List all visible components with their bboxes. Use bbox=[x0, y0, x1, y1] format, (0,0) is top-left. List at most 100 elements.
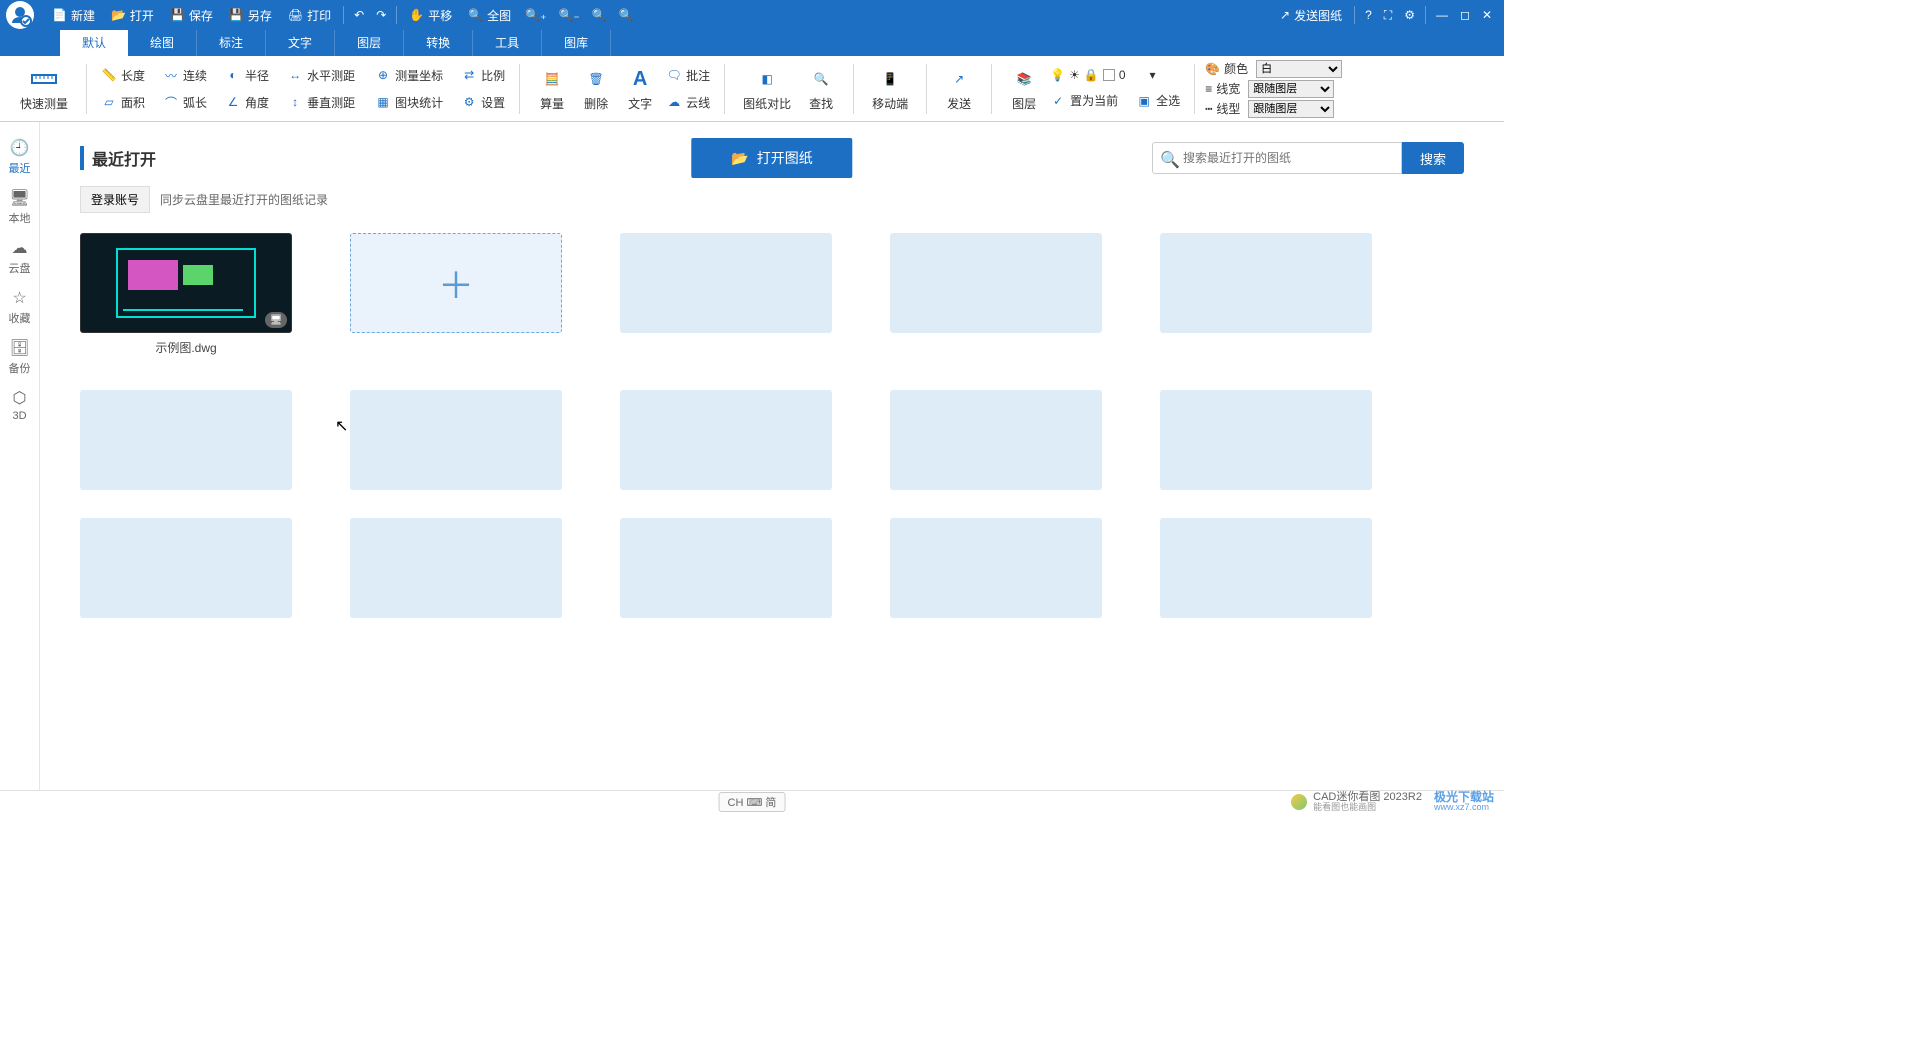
ime-indicator[interactable]: CH ⌨ 简 bbox=[719, 792, 786, 812]
menu-tabs: 默认 绘图 标注 文字 图层 转换 工具 图库 bbox=[0, 30, 1504, 56]
add-file-card[interactable]: ＋ bbox=[350, 233, 562, 362]
quick-measure-button[interactable]: 快速测量 bbox=[12, 61, 76, 116]
send-button[interactable]: ↗发送 bbox=[937, 61, 981, 116]
color-select[interactable]: 白 bbox=[1256, 60, 1342, 78]
redo-button[interactable]: ↷ bbox=[370, 0, 392, 30]
mobile-button[interactable]: 📱移动端 bbox=[864, 61, 916, 116]
zoom-in-button[interactable]: 🔍₊ bbox=[519, 0, 552, 30]
batch-button[interactable]: 🗨批注 bbox=[662, 65, 714, 86]
continuous-button[interactable]: 〰连续 bbox=[159, 65, 211, 86]
clock-icon: 🕘 bbox=[10, 138, 30, 158]
linewidth-icon: ≡ bbox=[1205, 82, 1212, 96]
hand-icon: ✋ bbox=[409, 8, 424, 22]
sidebar: 🕘 最近 🖥本地 ☁云盘 ☆收藏 🗄备份 ⬡3D bbox=[0, 122, 40, 790]
zoom-window-button[interactable]: 🔍 bbox=[586, 0, 613, 30]
fullscreen-button[interactable]: ⛶ bbox=[1378, 0, 1398, 30]
settings-button[interactable]: ⚙ bbox=[1398, 0, 1421, 30]
pan-button[interactable]: ✋平移 bbox=[401, 0, 460, 30]
label: 最近 bbox=[9, 160, 31, 176]
set-current-button[interactable]: ✓置为当前 bbox=[1046, 90, 1122, 111]
vdist-icon: ↕ bbox=[287, 94, 303, 110]
search-input[interactable] bbox=[1152, 142, 1402, 174]
tab-draw[interactable]: 绘图 bbox=[128, 29, 197, 56]
label: 图层 bbox=[1012, 95, 1036, 112]
sidebar-item-cloud[interactable]: ☁云盘 bbox=[0, 232, 39, 282]
linetype-select[interactable]: 跟随图层 bbox=[1248, 100, 1334, 118]
layers-icon: 📚 bbox=[1010, 65, 1038, 93]
recent-grid: 🖥 示例图.dwg ＋ bbox=[80, 233, 1464, 618]
gear-icon: ⚙ bbox=[461, 94, 477, 110]
maximize-button[interactable]: ◻ bbox=[1454, 0, 1476, 30]
file-thumbnail: 🖥 bbox=[80, 233, 292, 333]
check-icon: ✓ bbox=[1050, 93, 1066, 109]
tab-library[interactable]: 图库 bbox=[542, 29, 611, 56]
layer-state1[interactable]: 💡☀🔒0▾ bbox=[1046, 66, 1159, 84]
angle-button[interactable]: ∠角度 bbox=[221, 92, 273, 113]
text-button[interactable]: A文字 bbox=[618, 61, 662, 116]
file-card[interactable]: 🖥 示例图.dwg bbox=[80, 233, 292, 362]
tab-tool[interactable]: 工具 bbox=[473, 29, 542, 56]
area-button[interactable]: ▱面积 bbox=[97, 92, 149, 113]
arc-button[interactable]: ⌒弧长 bbox=[159, 92, 211, 113]
radius-button[interactable]: ◐半径 bbox=[221, 65, 273, 86]
zoom-out-button[interactable]: 🔍₋ bbox=[552, 0, 585, 30]
tab-default[interactable]: 默认 bbox=[60, 29, 128, 56]
saveas-button[interactable]: 💾另存 bbox=[221, 0, 280, 30]
undo-button[interactable]: ↶ bbox=[348, 0, 370, 30]
sidebar-item-recent[interactable]: 🕘 最近 bbox=[0, 132, 39, 182]
calc-button[interactable]: 🧮算量 bbox=[530, 61, 574, 116]
section-title: 最近打开 bbox=[80, 146, 156, 170]
continuous-icon: 〰 bbox=[163, 67, 179, 83]
linewidth-select[interactable]: 跟随图层 bbox=[1248, 80, 1334, 98]
search-button[interactable]: 搜索 bbox=[1402, 142, 1464, 174]
send-drawing-button[interactable]: ↗发送图纸 bbox=[1272, 0, 1350, 30]
delete-button[interactable]: 🗑删除 bbox=[574, 61, 618, 116]
compare-button[interactable]: ◧图纸对比 bbox=[735, 61, 799, 116]
sidebar-item-local[interactable]: 🖥本地 bbox=[0, 182, 39, 232]
sidebar-item-fav[interactable]: ☆收藏 bbox=[0, 282, 39, 332]
close-button[interactable]: ✕ bbox=[1476, 0, 1498, 30]
open-drawing-button[interactable]: 📂 打开图纸 bbox=[691, 138, 852, 178]
save-button[interactable]: 💾保存 bbox=[162, 0, 221, 30]
label: 水平测距 bbox=[307, 67, 355, 84]
full-view-button[interactable]: 🔍全图 bbox=[460, 0, 519, 30]
empty-slot bbox=[80, 390, 292, 490]
sync-hint: 同步云盘里最近打开的图纸记录 bbox=[160, 191, 328, 208]
vdist-button[interactable]: ↕垂直测距 bbox=[283, 92, 359, 113]
help-button[interactable]: ? bbox=[1359, 0, 1378, 30]
open-button[interactable]: 📂打开 bbox=[103, 0, 162, 30]
tab-convert[interactable]: 转换 bbox=[404, 29, 473, 56]
block-stat-button[interactable]: ▦图块统计 bbox=[371, 92, 447, 113]
tab-layer[interactable]: 图层 bbox=[335, 29, 404, 56]
label: 快速测量 bbox=[20, 95, 68, 112]
tab-annotate[interactable]: 标注 bbox=[197, 29, 266, 56]
sidebar-item-backup[interactable]: 🗄备份 bbox=[0, 332, 39, 382]
zoom-extent-button[interactable]: 🔍 bbox=[613, 0, 640, 30]
label: 算量 bbox=[540, 95, 564, 112]
separator bbox=[396, 6, 397, 24]
hdist-button[interactable]: ↔水平测距 bbox=[283, 65, 359, 86]
empty-slot bbox=[620, 518, 832, 618]
tab-text[interactable]: 文字 bbox=[266, 29, 335, 56]
ratio-button[interactable]: ⇄比例 bbox=[457, 65, 509, 86]
minimize-button[interactable]: — bbox=[1430, 0, 1454, 30]
separator bbox=[519, 64, 520, 114]
sidebar-item-3d[interactable]: ⬡3D bbox=[0, 382, 39, 428]
cloudline-button[interactable]: ☁云线 bbox=[662, 92, 714, 113]
print-button[interactable]: 🖨打印 bbox=[280, 0, 339, 30]
login-button[interactable]: 登录账号 bbox=[80, 186, 150, 213]
arc-icon: ⌒ bbox=[163, 94, 179, 110]
settings-button[interactable]: ⚙设置 bbox=[457, 92, 509, 113]
new-button[interactable]: 📄新建 bbox=[44, 0, 103, 30]
send-icon: ↗ bbox=[945, 65, 973, 93]
label: 半径 bbox=[245, 67, 269, 84]
length-button[interactable]: 📏长度 bbox=[97, 65, 149, 86]
select-all-button[interactable]: ▣全选 bbox=[1132, 90, 1184, 111]
layer-button[interactable]: 📚 图层 bbox=[1002, 61, 1046, 116]
select-icon: ▣ bbox=[1136, 93, 1152, 109]
plus-icon: ＋ bbox=[350, 233, 562, 333]
separator bbox=[926, 64, 927, 114]
coord-button[interactable]: ⊕测量坐标 bbox=[371, 65, 447, 86]
find-button[interactable]: 🔍查找 bbox=[799, 61, 843, 116]
empty-slot bbox=[80, 518, 292, 618]
